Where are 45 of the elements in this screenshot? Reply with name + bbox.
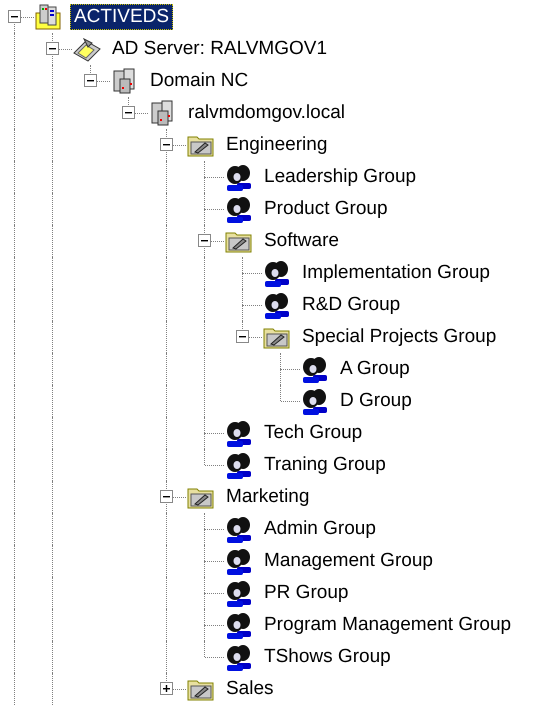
tree-item-label[interactable]: TShows Group: [260, 644, 395, 670]
tree-item-label[interactable]: Implementation Group: [298, 260, 494, 286]
tree-item-label[interactable]: D Group: [336, 388, 416, 414]
tree-item-label[interactable]: Program Management Group: [260, 612, 516, 638]
people-icon: [224, 643, 254, 671]
expand-toggle-icon[interactable]: [84, 74, 97, 87]
tree-item-label[interactable]: Leadership Group: [260, 164, 420, 190]
people-icon: [262, 291, 292, 319]
expand-toggle-icon[interactable]: [8, 10, 21, 23]
tree-item-label[interactable]: Software: [260, 228, 343, 254]
tree-item-label[interactable]: Marketing: [222, 484, 314, 510]
expand-toggle-icon[interactable]: [160, 490, 173, 503]
tree-item-label[interactable]: Admin Group: [260, 516, 380, 542]
people-icon: [300, 355, 330, 383]
people-icon: [224, 547, 254, 575]
server-icon: [72, 35, 102, 63]
expand-toggle-icon[interactable]: [46, 42, 59, 55]
tree-item-label[interactable]: Domain NC: [146, 68, 252, 94]
expand-toggle-icon[interactable]: [236, 330, 249, 343]
tree-item-label[interactable]: AD Server: RALVMGOV1: [108, 36, 332, 62]
people-icon: [224, 579, 254, 607]
tree-item-label[interactable]: ralvmdomgov.local: [184, 100, 349, 126]
people-icon: [224, 195, 254, 223]
tree-item-label[interactable]: Special Projects Group: [298, 324, 500, 350]
tree-item-label[interactable]: PR Group: [260, 580, 352, 606]
expand-toggle-icon[interactable]: [198, 234, 211, 247]
expand-toggle-icon[interactable]: [160, 138, 173, 151]
expand-toggle-icon[interactable]: [160, 682, 173, 695]
tree-item-label[interactable]: ACTIVEDS: [70, 4, 174, 30]
tree-item-label[interactable]: Sales: [222, 676, 278, 702]
people-icon: [224, 515, 254, 543]
tree-item-label[interactable]: Traning Group: [260, 452, 390, 478]
tree-item-label[interactable]: Engineering: [222, 132, 332, 158]
people-icon: [262, 259, 292, 287]
tree-item-label[interactable]: Product Group: [260, 196, 392, 222]
people-icon: [300, 387, 330, 415]
people-icon: [224, 419, 254, 447]
people-icon: [224, 163, 254, 191]
tree-item-label[interactable]: Management Group: [260, 548, 437, 574]
expand-toggle-icon[interactable]: [122, 106, 135, 119]
people-icon: [224, 451, 254, 479]
people-icon: [224, 611, 254, 639]
tree-item-label[interactable]: A Group: [336, 356, 414, 382]
tree-item-label[interactable]: Tech Group: [260, 420, 366, 446]
tree-item-label[interactable]: R&D Group: [298, 292, 404, 318]
